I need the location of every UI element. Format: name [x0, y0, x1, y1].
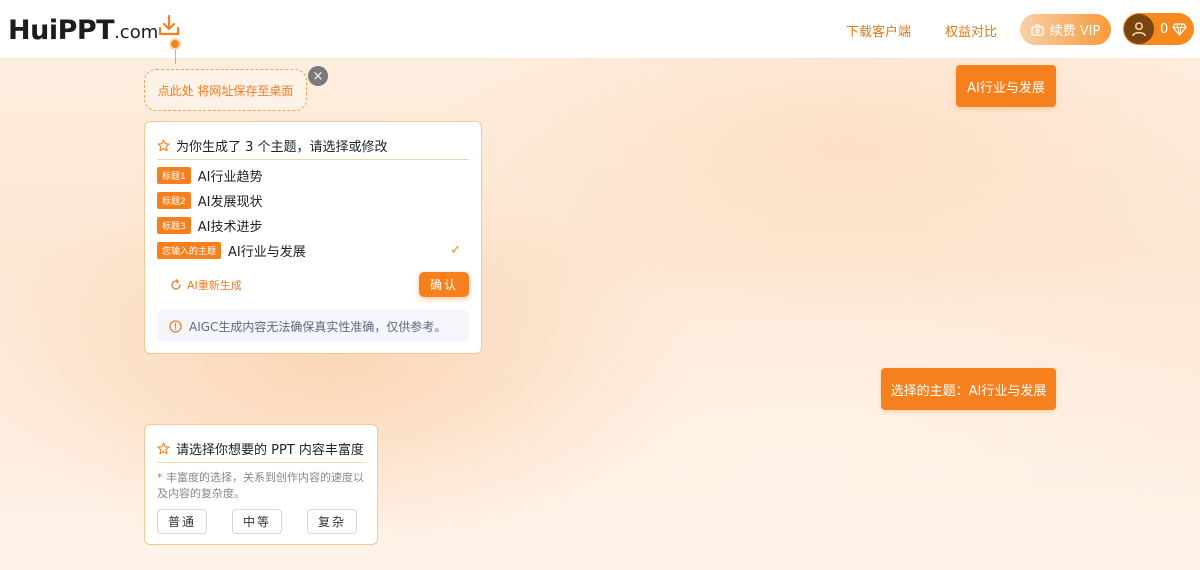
topic-option-3[interactable]: 标题3 AI技术进步 [157, 213, 471, 238]
disclaimer-text: AIGC生成内容无法确保真实性准确，仅供参考。 [189, 319, 447, 334]
topic-card-header: 为你生成了 3 个主题，请选择或修改 [157, 136, 388, 155]
logo[interactable]: HuiPPT .com [8, 14, 158, 46]
topic-text: AI发展现状 [197, 195, 263, 210]
confirm-button[interactable]: 确认 [419, 272, 469, 297]
regenerate-button[interactable]: AI重新生成 [170, 277, 242, 293]
download-to-desktop-icon [158, 14, 180, 36]
card-divider [157, 462, 365, 463]
user-icon [1132, 22, 1146, 37]
download-client-link[interactable]: 下载客户端 [846, 21, 911, 40]
user-account-button[interactable]: 0 [1123, 13, 1194, 45]
confirm-label: 确认 [429, 278, 458, 292]
logo-domain-text: .com [114, 22, 159, 43]
option-label: 复杂 [317, 515, 346, 529]
ai-disclaimer-notice: AIGC生成内容无法确保真实性准确，仅供参考。 [157, 310, 469, 342]
topic-list: 标题1 AI行业趋势 标题2 AI发展现状 标题3 AI技术进步 您输入的主题 … [157, 163, 471, 263]
check-icon: ✓ [450, 243, 461, 258]
compare-rights-link[interactable]: 权益对比 [945, 21, 997, 40]
star-icon [157, 442, 170, 455]
tip-anchor-dot [169, 38, 181, 50]
richness-description: * 丰富度的选择，关系到创作内容的速度以及内容的复杂度。 [157, 471, 364, 500]
richness-card-header: 请选择你想要的 PPT 内容丰富度 [157, 439, 364, 458]
topic-tag: 标题1 [157, 167, 191, 184]
logo-main-text: HuiPPT [8, 15, 115, 46]
user-selection-bubble: 选择的主题：AI行业与发展 [881, 368, 1056, 410]
user-message-text: AI行业与发展 [967, 80, 1045, 96]
topic-selection-card: 为你生成了 3 个主题，请选择或修改 标题1 AI行业趋势 标题2 AI发展现状… [144, 121, 482, 354]
topic-text: AI行业与发展 [228, 245, 306, 260]
user-selection-text: 选择的主题：AI行业与发展 [890, 383, 1047, 399]
topic-option-1[interactable]: 标题1 AI行业趋势 [157, 163, 471, 188]
topic-option-2[interactable]: 标题2 AI发展现状 [157, 188, 471, 213]
topic-tag: 标题3 [157, 217, 191, 234]
topic-text: AI行业趋势 [197, 170, 263, 185]
richness-option-complex[interactable]: 复杂 [307, 509, 357, 534]
refresh-icon [171, 279, 181, 290]
option-label: 中等 [242, 515, 271, 529]
diamond-count: 0 [1160, 21, 1169, 37]
richness-option-medium[interactable]: 中等 [232, 509, 282, 534]
avatar [1124, 14, 1154, 44]
topic-option-custom[interactable]: 您输入的主题 AI行业与发展 ✓ [157, 238, 471, 263]
user-message-bubble: AI行业与发展 [956, 65, 1056, 107]
option-label: 普通 [167, 515, 196, 529]
renew-vip-button[interactable]: 续费 VIP [1020, 14, 1111, 45]
topic-card-title: 为你生成了 3 个主题，请选择或修改 [176, 140, 388, 155]
richness-selection-card: 请选择你想要的 PPT 内容丰富度 * 丰富度的选择，关系到创作内容的速度以及内… [144, 424, 378, 545]
topic-text: AI技术进步 [197, 220, 263, 235]
save-tip-text: 点此处 将网址保存至桌面 [157, 83, 294, 98]
close-icon: × [312, 68, 324, 84]
regenerate-label: AI重新生成 [187, 279, 242, 292]
gift-box-icon [1030, 23, 1044, 36]
diamond-icon [1172, 22, 1187, 36]
renew-vip-label: 续费 VIP [1049, 24, 1101, 39]
save-to-desktop-tip[interactable]: 点此处 将网址保存至桌面 [144, 69, 307, 111]
card-divider [157, 159, 469, 160]
richness-card-title: 请选择你想要的 PPT 内容丰富度 [176, 443, 364, 458]
close-tip-button[interactable]: × [308, 66, 328, 86]
top-header: HuiPPT .com 下载客户端 权益对比 续费 VIP 0 [0, 0, 1200, 58]
topic-tag: 您输入的主题 [157, 242, 222, 259]
star-icon [157, 139, 170, 152]
info-icon [169, 319, 182, 333]
topic-tag: 标题2 [157, 192, 191, 209]
richness-option-normal[interactable]: 普通 [157, 509, 207, 534]
